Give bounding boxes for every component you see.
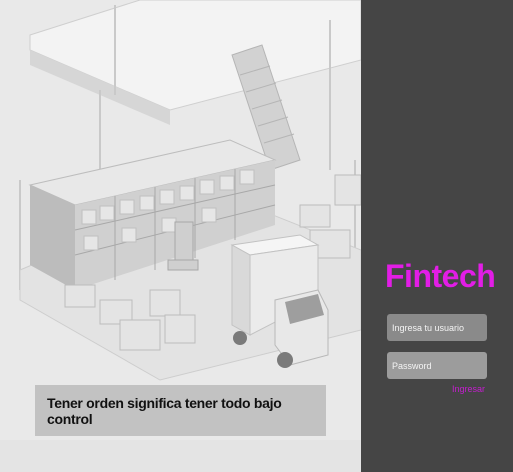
warehouse-hero-image: Tener orden significa tener todo bajo co…	[0, 0, 361, 472]
login-submit-link[interactable]: Ingresar	[452, 384, 485, 394]
hero-caption-box: Tener orden significa tener todo bajo co…	[35, 385, 326, 436]
hero-caption: Tener orden significa tener todo bajo co…	[47, 394, 282, 427]
login-panel: Fintech Ingresar	[361, 0, 513, 472]
brand-title: Fintech	[385, 258, 496, 294]
password-input[interactable]	[387, 352, 487, 379]
username-input[interactable]	[387, 314, 487, 341]
